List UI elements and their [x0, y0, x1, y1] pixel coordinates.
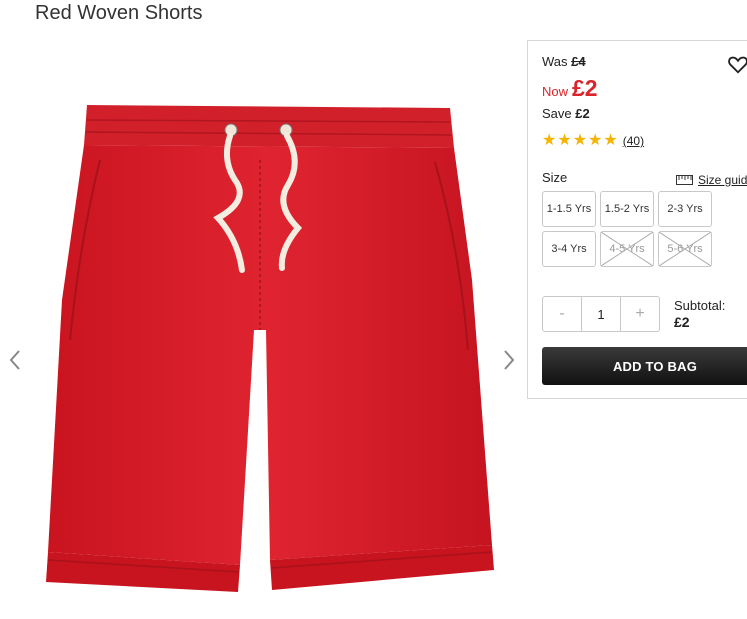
now-label: Now — [542, 84, 569, 99]
was-price: Was £4 — [542, 54, 586, 69]
save-amount: Save £2 — [542, 106, 590, 121]
purchase-panel: Was £4 Now £2 Save £2 ★ ★ ★ ★ ★ (40) Siz… — [527, 40, 747, 399]
unavailable-cross-icon — [601, 232, 653, 266]
size-option-5-6-unavailable[interactable]: 5-6 Yrs — [658, 231, 712, 267]
star-icon: ★ — [572, 132, 588, 149]
subtotal-label: Subtotal: — [674, 298, 726, 313]
add-to-bag-button[interactable]: ADD TO BAG — [542, 347, 747, 385]
product-title: Red Woven Shorts — [35, 2, 203, 24]
size-option-label: 2-3 Yrs — [667, 203, 703, 215]
product-image — [46, 105, 494, 592]
size-option-4-5-unavailable[interactable]: 4-5 Yrs — [600, 231, 654, 267]
unavailable-cross-icon — [659, 232, 711, 266]
size-option-3-4[interactable]: 3-4 Yrs — [542, 231, 596, 267]
quantity-increase-button[interactable]: + — [621, 297, 659, 331]
now-value: £2 — [572, 75, 598, 101]
size-option-label: 1.5-2 Yrs — [604, 203, 650, 215]
subtotal: Subtotal: £2 — [674, 298, 725, 330]
size-option-label: 3-4 Yrs — [551, 243, 587, 255]
now-price: Now £2 — [542, 75, 598, 102]
star-icon: ★ — [603, 132, 618, 149]
product-gallery — [0, 80, 525, 610]
star-icon: ★ — [588, 132, 603, 149]
size-option-label: 1-1.5 Yrs — [546, 203, 592, 215]
subtotal-value: £2 — [674, 314, 690, 330]
size-option-1.5-2[interactable]: 1.5-2 Yrs — [600, 191, 654, 227]
size-option-2-3[interactable]: 2-3 Yrs — [658, 191, 712, 227]
was-value: £4 — [571, 54, 586, 69]
heart-icon[interactable] — [727, 53, 747, 75]
size-guide-link[interactable]: Size guide — [676, 173, 747, 187]
size-options: 1-1.5 Yrs 1.5-2 Yrs 2-3 Yrs 3-4 Yrs 4-5 … — [542, 191, 712, 267]
review-count-link[interactable]: (40) — [623, 134, 644, 148]
ruler-icon — [676, 175, 693, 185]
save-label: Save — [542, 106, 572, 121]
size-label: Size — [542, 170, 568, 185]
chevron-left-icon[interactable] — [6, 348, 24, 372]
was-label: Was — [542, 54, 568, 69]
save-value: £2 — [575, 106, 590, 121]
quantity-stepper: - 1 + — [542, 296, 660, 332]
rating: ★ ★ ★ ★ ★ (40) — [542, 133, 644, 149]
quantity-value[interactable]: 1 — [581, 297, 621, 331]
star-icon: ★ — [542, 132, 557, 149]
size-guide-label: Size guide — [698, 173, 747, 187]
quantity-decrease-button[interactable]: - — [543, 297, 581, 331]
size-option-1-1.5[interactable]: 1-1.5 Yrs — [542, 191, 596, 227]
chevron-right-icon[interactable] — [500, 348, 518, 372]
star-icon: ★ — [557, 132, 572, 149]
